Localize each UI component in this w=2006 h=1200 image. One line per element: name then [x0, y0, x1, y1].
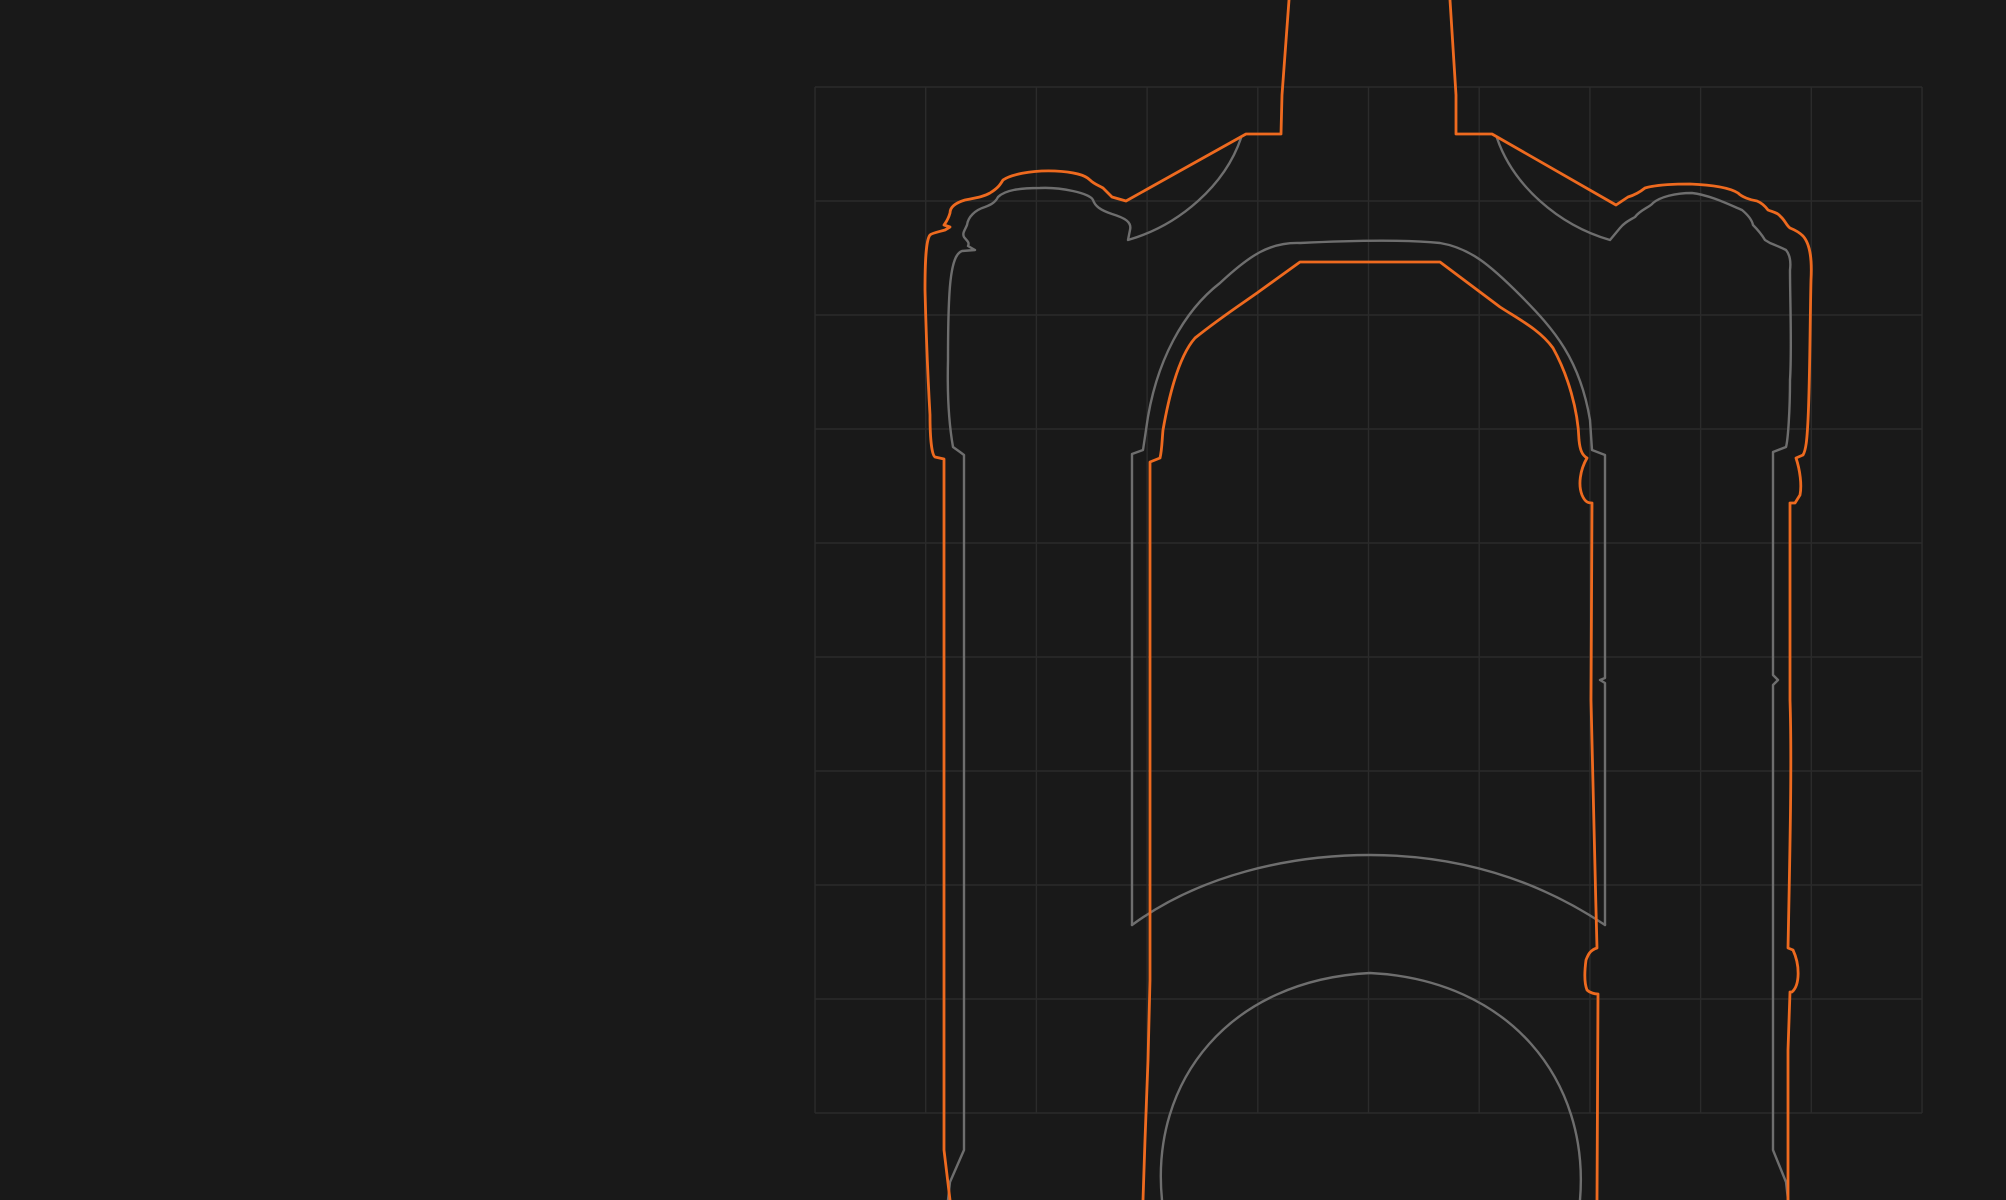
wheel-outline: [1159, 971, 1583, 1200]
fork-blueprint-canvas: [0, 0, 2006, 1200]
inner-right-crown-outline: [1495, 136, 1793, 1200]
inner-outline: [946, 136, 1793, 1200]
crown-arch-outline: [1141, 260, 1600, 1200]
inner-left-crown-outline: [946, 136, 1243, 1200]
fork-blueprint-drawing: [814, 0, 1923, 1200]
